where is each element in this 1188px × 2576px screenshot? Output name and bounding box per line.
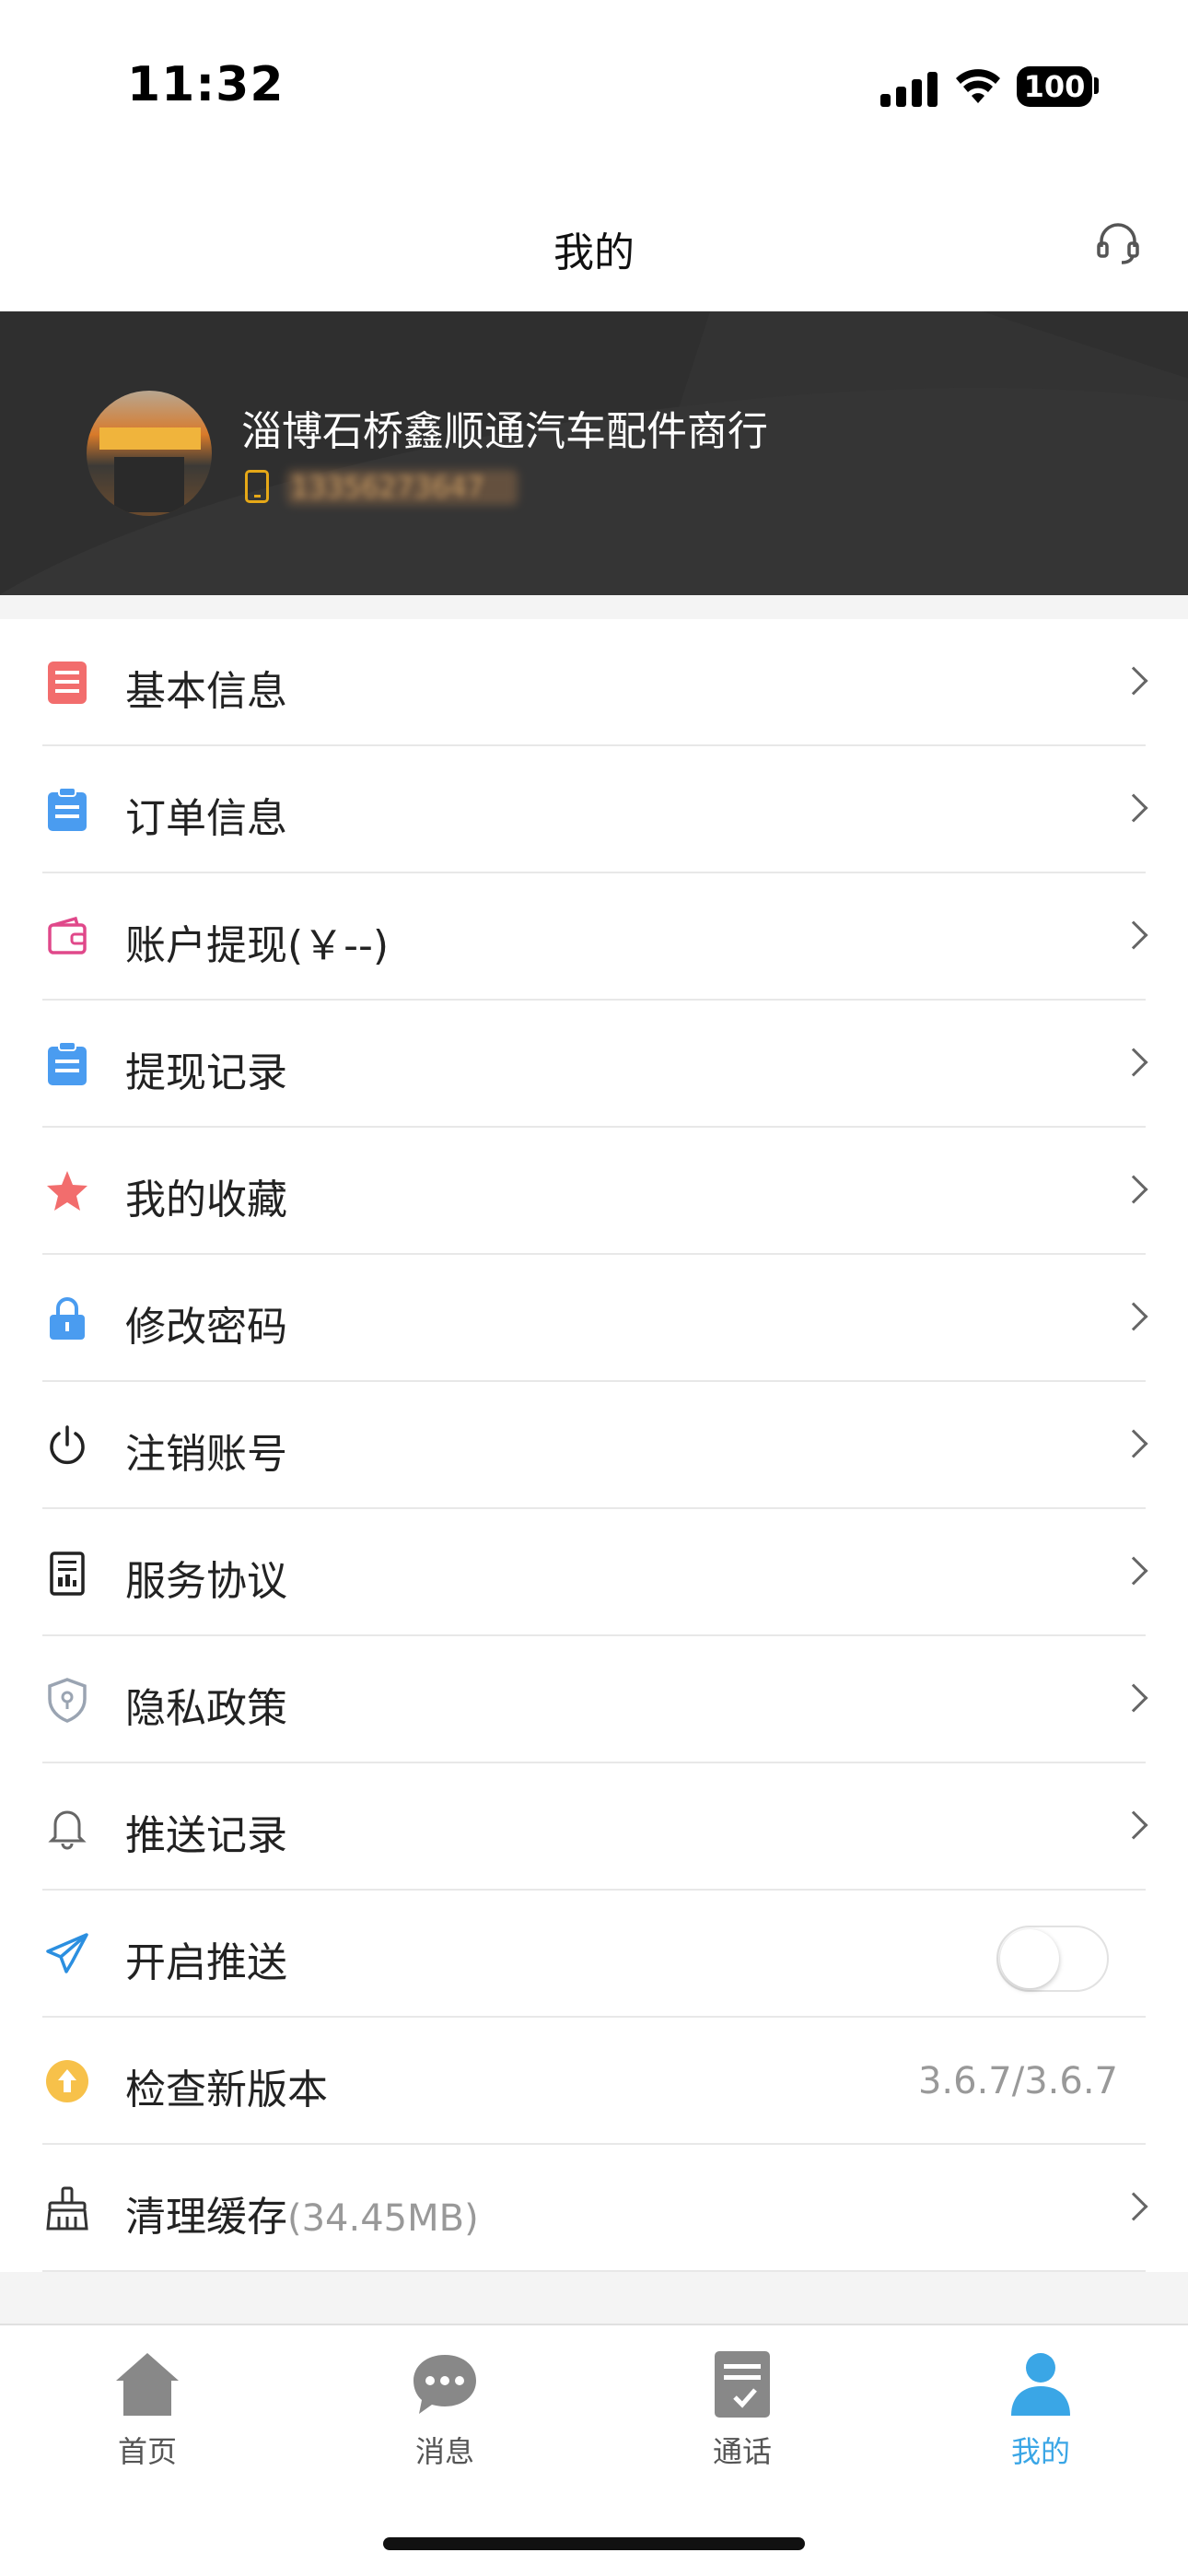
menu-item-basic-info[interactable]: 基本信息 [0,619,1188,746]
chevron-right-icon [1119,2192,1148,2221]
version-value: 3.6.7/3.6.7 [917,2060,1118,2102]
tab-label: 消息 [414,2434,474,2469]
avatar[interactable] [87,391,212,516]
menu-item-deactivate-account[interactable]: 注销账号 [0,1382,1188,1509]
menu-item-withdraw[interactable]: 账户提现(￥--) [0,873,1188,1001]
phone-number: 13356273647 [291,472,484,504]
star-icon [47,1171,87,1211]
menu-item-enable-push: 开启推送 [0,1891,1188,2018]
battery-icon: 100 [1017,66,1092,107]
bell-icon [48,1810,87,1850]
nav-bar: 我的 [0,175,1188,311]
section-divider [0,595,1188,619]
cellular-signal-icon [880,70,939,107]
menu-item-check-update[interactable]: 检查新版本 3.6.7/3.6.7 [0,2018,1188,2145]
menu-item-favorites[interactable]: 我的收藏 [0,1128,1188,1255]
section-divider [0,2272,1188,2324]
tab-messages[interactable]: 消息 [353,2349,537,2471]
push-toggle[interactable] [996,1926,1109,1992]
tab-label: 我的 [1010,2434,1070,2469]
chevron-right-icon [1119,920,1148,950]
profile-header[interactable]: 淄博石桥鑫顺通汽车配件商行 13356273647 [0,311,1188,595]
menu-item-order-info[interactable]: 订单信息 [0,746,1188,873]
document-icon [48,662,87,704]
broom-icon [46,2186,88,2231]
home-indicator [383,2537,805,2550]
menu-item-change-password[interactable]: 修改密码 [0,1255,1188,1382]
chevron-right-icon [1119,1429,1148,1458]
menu-item-label: 清理缓存(34.45MB) [125,2184,479,2242]
status-bar: 11:32 100 [0,0,1188,175]
cache-label: 清理缓存 [125,2194,287,2241]
tab-home[interactable]: 首页 [55,2349,239,2471]
store-name: 淄博石桥鑫顺通汽车配件商行 [241,408,768,455]
tab-calls[interactable]: 通话 [650,2349,834,2471]
menu-item-label: 账户提现(￥--) [125,922,390,969]
home-icon [116,2353,179,2416]
chevron-right-icon [1119,1175,1148,1204]
menu-item-label: 开启推送 [125,1939,287,1986]
menu-item-label: 提现记录 [125,1049,287,1096]
menu-item-push-records[interactable]: 推送记录 [0,1763,1188,1891]
wifi-icon [956,69,1000,103]
agreement-icon [50,1551,85,1596]
menu-list: 基本信息 订单信息 账户提现(￥--) 提现记录 我的收藏 修改密码 注销账号 … [0,619,1188,2272]
status-time: 11:32 [127,57,285,112]
menu-item-service-agreement[interactable]: 服务协议 [0,1509,1188,1636]
chevron-right-icon [1119,793,1148,823]
menu-item-label: 我的收藏 [125,1177,287,1224]
menu-item-label: 检查新版本 [125,2067,328,2113]
lock-icon [50,1297,85,1340]
chevron-right-icon [1119,1048,1148,1077]
menu-item-label: 修改密码 [125,1304,287,1351]
chevron-right-icon [1119,1556,1148,1586]
menu-item-label: 推送记录 [125,1812,287,1859]
chevron-right-icon [1119,666,1148,696]
phone-icon [245,470,269,503]
wallet-icon [48,916,87,954]
tab-mine[interactable]: 我的 [949,2349,1133,2471]
clipboard-icon [48,787,87,831]
paper-plane-icon [46,1933,88,1973]
toggle-knob [1000,1929,1059,1988]
chevron-right-icon [1119,1302,1148,1331]
chat-icon [413,2355,476,2414]
battery-tip [1094,77,1099,94]
customer-service-icon[interactable] [1094,219,1142,267]
upgrade-icon [46,2060,88,2102]
tab-label: 通话 [712,2434,772,2469]
menu-item-label: 注销账号 [125,1431,287,1478]
menu-item-label: 服务协议 [125,1558,287,1605]
menu-item-clear-cache[interactable]: 清理缓存(34.45MB) [0,2145,1188,2272]
menu-item-label: 隐私政策 [125,1685,287,1732]
cache-size: (34.45MB) [287,2197,479,2240]
menu-item-label: 基本信息 [125,668,287,715]
chevron-right-icon [1119,1810,1148,1840]
power-icon [50,1425,85,1465]
tab-label: 首页 [117,2434,177,2469]
user-icon [1011,2353,1070,2416]
menu-item-label: 订单信息 [125,795,287,842]
shield-icon [48,1678,87,1723]
clipboard-icon [48,1041,87,1085]
chevron-right-icon [1119,1683,1148,1713]
menu-item-withdraw-records[interactable]: 提现记录 [0,1001,1188,1128]
menu-item-privacy-policy[interactable]: 隐私政策 [0,1636,1188,1763]
call-log-icon [715,2351,770,2418]
page-title: 我的 [553,229,635,276]
